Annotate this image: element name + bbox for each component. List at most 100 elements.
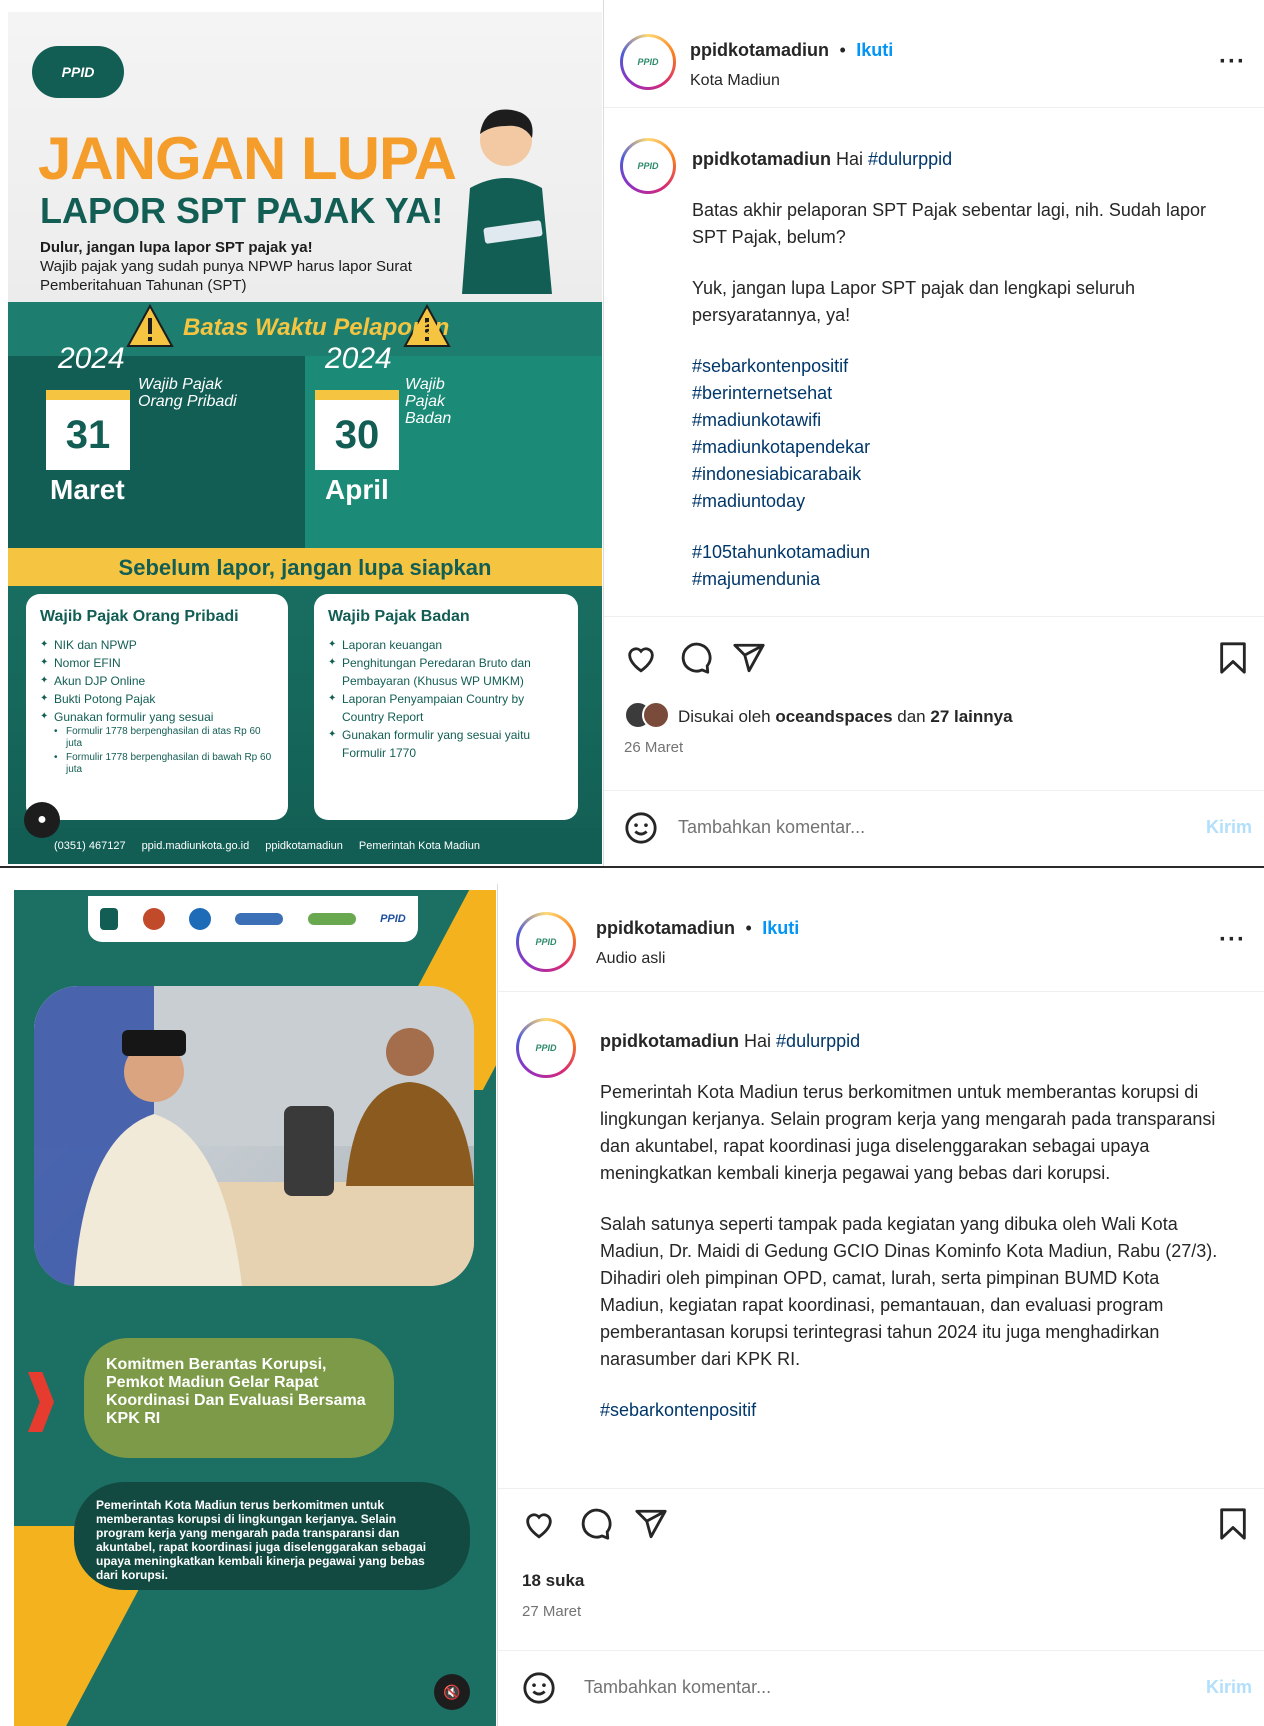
follow-button[interactable]: Ikuti <box>856 40 893 60</box>
share-icon[interactable] <box>732 641 766 675</box>
comment-bar: Tambahkan komentar... Kirim <box>498 1650 1264 1726</box>
audio-label[interactable]: Audio asli <box>596 950 665 968</box>
caption-username[interactable]: ppidkotamadiun <box>692 149 831 169</box>
deadline-entity: 2024 30 April Wajib Pajak Badan <box>305 342 602 548</box>
send-button[interactable]: Kirim <box>1206 817 1252 838</box>
poster-footer: (0351) 467127 ppid.madiunkota.go.id ppid… <box>8 828 602 864</box>
hashtag-link[interactable]: #sebarkontenpositif <box>692 353 1224 380</box>
avatar-label: PPID <box>623 37 673 87</box>
footer-phone: (0351) 467127 <box>54 840 126 852</box>
share-icon[interactable] <box>634 1507 668 1541</box>
hashtag-link[interactable]: #sebarkontenpositif <box>600 1397 1224 1424</box>
post-2-media[interactable]: PPID Komitmen Berantas Korupsi, Pemkot M… <box>14 890 496 1726</box>
ppid-logo: PPID <box>380 913 406 925</box>
username-link[interactable]: ppidkotamadiun <box>690 40 829 60</box>
calendar-day: 30 <box>315 390 399 470</box>
post-separator <box>0 866 1264 884</box>
caption-greeting: ppidkotamadiun Hai #dulurppid <box>692 146 1224 173</box>
poster-desc-bold: Dulur, jangan lupa lapor SPT pajak ya! <box>40 239 313 256</box>
poster-headline: Komitmen Berantas Korupsi, Pemkot Madiun… <box>84 1338 394 1458</box>
send-button[interactable]: Kirim <box>1206 1677 1252 1698</box>
hashtag-link[interactable]: #105tahunkotamadiun <box>692 539 1224 566</box>
poster-title: JANGAN LUPA <box>38 125 457 192</box>
bookmark-icon[interactable] <box>1216 641 1250 675</box>
calendar-day: 31 <box>46 390 130 470</box>
deadline-year: 2024 <box>58 342 125 375</box>
avatar-label: PPID <box>519 915 573 969</box>
likes-mid: dan <box>897 707 926 726</box>
bookmark-icon[interactable] <box>1216 1507 1250 1541</box>
deadline-label: Batas Waktu Pelaporan <box>183 314 450 341</box>
hashtag-link[interactable]: #indonesiabicarabaik <box>692 461 1224 488</box>
caption-body: ppidkotamadiun Hai #dulurppid Batas akhi… <box>692 146 1224 593</box>
list-item: Laporan keuangan <box>328 636 564 654</box>
comment-icon[interactable] <box>678 641 712 675</box>
caption-paragraph: Batas akhir pelaporan SPT Pajak sebentar… <box>692 200 1206 247</box>
post-1-media[interactable]: PPID JANGAN LUPA LAPOR SPT PAJAK YA! Dul… <box>8 12 602 864</box>
footer-instagram: ppidkotamadiun <box>265 840 343 852</box>
user-icon[interactable]: ● <box>24 802 60 838</box>
caption-username[interactable]: ppidkotamadiun <box>600 1031 739 1051</box>
prepare-label: Sebelum lapor, jangan lupa siapkan <box>118 555 492 580</box>
greeting: Hai <box>744 1031 772 1051</box>
caption-greeting: ppidkotamadiun Hai #dulurppid <box>600 1028 1224 1055</box>
caption: PPID ppidkotamadiun Hai #dulurppid Batas… <box>604 108 1264 616</box>
avatar[interactable]: PPID <box>620 34 676 90</box>
deadline-personal: 2024 31 Maret Wajib Pajak Orang Pribadi <box>8 342 305 548</box>
list-item: Penghitungan Peredaran Bruto dan Pembaya… <box>328 654 564 690</box>
partner-logo <box>235 913 284 925</box>
heart-icon[interactable] <box>522 1507 556 1541</box>
liker-username[interactable]: oceandspaces <box>775 707 892 726</box>
partner-logos: PPID <box>88 896 418 942</box>
avatar[interactable]: PPID <box>516 1018 576 1078</box>
hashtag-list: #sebarkontenpositif #berinternetsehat #m… <box>692 353 1224 515</box>
hashtag-link[interactable]: #dulurppid <box>776 1031 860 1051</box>
list-item: Akun DJP Online <box>40 672 274 690</box>
requirements-card-entity: Wajib Pajak Badan Laporan keuangan Pengh… <box>314 594 578 820</box>
mute-icon[interactable]: 🔇 <box>434 1674 470 1710</box>
emoji-icon[interactable] <box>624 811 658 845</box>
hashtag-link[interactable]: #berinternetsehat <box>692 380 1224 407</box>
more-icon[interactable]: ··· <box>1219 48 1246 76</box>
separator-dot: • <box>839 40 846 60</box>
comment-input[interactable]: Tambahkan komentar... <box>584 1677 771 1698</box>
post-date[interactable]: 27 Maret <box>522 1603 581 1620</box>
taxpayer-type: Wajib Pajak Badan <box>405 376 452 427</box>
person-illustration <box>462 109 552 294</box>
liker-avatars[interactable] <box>624 701 672 731</box>
avatar[interactable]: PPID <box>516 912 576 972</box>
comment-input[interactable]: Tambahkan komentar... <box>678 817 865 838</box>
list-item: Nomor EFIN <box>40 654 274 672</box>
poster-desc-text: Wajib pajak yang sudah punya NPWP harus … <box>40 258 412 294</box>
avatar-label: PPID <box>623 141 673 191</box>
poster-subtitle: LAPOR SPT PAJAK YA! <box>40 190 444 231</box>
hashtag-link[interactable]: #dulurppid <box>868 149 952 169</box>
partner-logo <box>307 913 356 925</box>
username-link[interactable]: ppidkotamadiun <box>596 918 735 938</box>
partner-logo <box>142 908 165 930</box>
likes-count[interactable]: 18 suka <box>522 1571 584 1591</box>
more-icon[interactable]: ··· <box>1219 926 1246 954</box>
list-item: Gunakan formulir yang sesuai <box>40 708 274 726</box>
avatar[interactable]: PPID <box>620 138 676 194</box>
hashtag-link[interactable]: #madiunkotawifi <box>692 407 1224 434</box>
hashtag-list: #105tahunkotamadiun #majumendunia <box>692 539 1224 593</box>
comment-icon[interactable] <box>578 1507 612 1541</box>
location-label[interactable]: Kota Madiun <box>690 72 780 90</box>
follow-button[interactable]: Ikuti <box>762 918 799 938</box>
post-date[interactable]: 26 Maret <box>624 739 683 756</box>
list-item: Gunakan formulir yang sesuai yaitu Formu… <box>328 726 564 762</box>
caption-paragraph: Salah satunya seperti tampak pada kegiat… <box>600 1214 1218 1369</box>
hashtag-link[interactable]: #madiuntoday <box>692 488 1224 515</box>
likes-others[interactable]: 27 lainnya <box>930 707 1012 726</box>
list-item: Bukti Potong Pajak <box>40 690 274 708</box>
taxpayer-type: Wajib Pajak Orang Pribadi <box>138 376 237 410</box>
card-title: Wajib Pajak Badan <box>328 608 470 625</box>
emoji-icon[interactable] <box>522 1671 556 1705</box>
list-subitem: Formulir 1778 berpenghasilan di atas Rp … <box>40 726 274 750</box>
separator-dot: • <box>745 918 752 938</box>
post-header: PPID ppidkotamadiun • Ikuti Kota Madiun … <box>604 0 1264 108</box>
hashtag-link[interactable]: #majumendunia <box>692 566 1224 593</box>
hashtag-link[interactable]: #madiunkotapendekar <box>692 434 1224 461</box>
heart-icon[interactable] <box>624 641 658 675</box>
